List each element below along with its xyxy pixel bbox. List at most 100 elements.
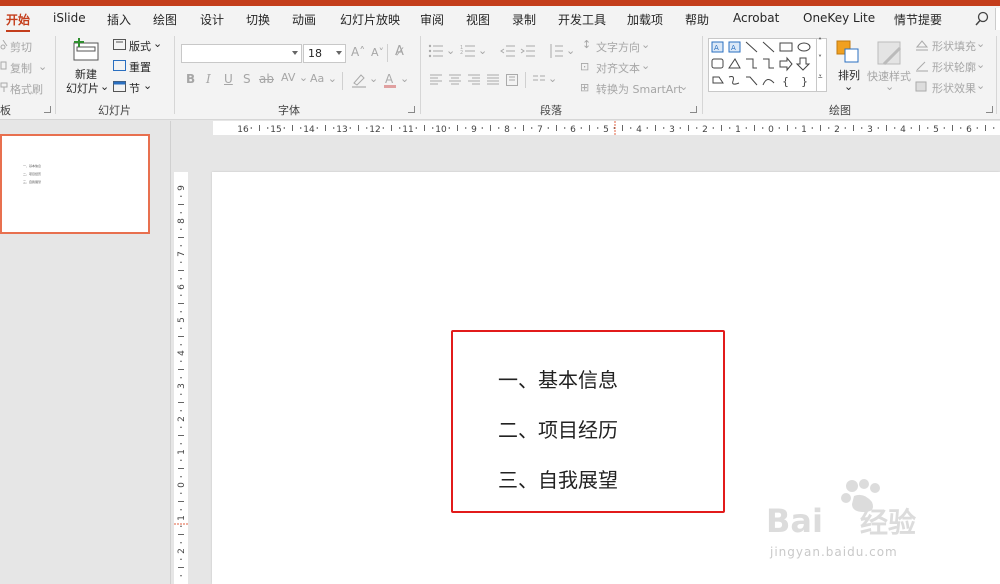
ruler-label: 0 — [177, 482, 187, 488]
clipboard-dialog-launcher[interactable] — [44, 106, 51, 113]
layout-button[interactable]: 版式 — [129, 38, 151, 54]
shape-effects-button[interactable]: 形状效果 — [932, 80, 976, 96]
columns-icon[interactable] — [533, 74, 545, 86]
slide-thumbnail-1[interactable]: 一、基本信息 二、项目经历 三、自我展望 — [0, 134, 150, 234]
tab-islide[interactable]: iSlide — [53, 11, 86, 25]
tab-record[interactable]: 录制 — [512, 11, 536, 28]
section-button[interactable]: 节 — [129, 80, 140, 96]
ruler-label: 3 — [669, 125, 675, 135]
distributed-icon[interactable] — [506, 74, 518, 86]
gallery-scroll-buttons[interactable]: ˄ ˅ ⩡ — [816, 37, 827, 92]
tab-acrobat[interactable]: Acrobat — [733, 11, 779, 25]
chevron-down-icon[interactable]: ⌄ — [976, 37, 985, 50]
tab-review[interactable]: 审阅 — [420, 11, 444, 28]
chevron-down-icon[interactable]: ⌄ — [641, 38, 650, 51]
outline-item-self-outlook[interactable]: 三、自我展望 — [498, 464, 618, 493]
align-left-icon[interactable] — [430, 74, 442, 86]
numbering-icon[interactable]: 12 — [460, 44, 476, 58]
italic-icon[interactable]: I — [206, 72, 211, 86]
format-painter-button[interactable]: 格式刷 — [10, 81, 43, 97]
font-color-icon[interactable]: A — [383, 72, 397, 88]
increase-indent-icon[interactable] — [520, 44, 536, 58]
chevron-down-icon[interactable]: ⌄ — [478, 44, 487, 57]
clear-formatting-icon[interactable]: A̷ — [395, 44, 404, 59]
reset-button[interactable]: 重置 — [129, 59, 151, 75]
shape-gallery[interactable]: A A { } — [708, 38, 818, 92]
outline-item-project-experience[interactable]: 二、项目经历 — [498, 414, 618, 443]
tab-draw[interactable]: 绘图 — [153, 11, 177, 28]
shadow-icon[interactable]: S — [243, 72, 251, 86]
tab-transitions[interactable]: 切换 — [246, 11, 270, 28]
bold-icon[interactable]: B — [186, 72, 195, 86]
chevron-down-icon[interactable]: ˅ — [818, 54, 822, 63]
tab-addins[interactable]: 加载项 — [627, 11, 663, 28]
bullets-icon[interactable] — [428, 44, 444, 58]
tab-onekey-lite[interactable]: OneKey Lite — [803, 11, 875, 25]
chevron-up-icon[interactable]: ˄ — [818, 37, 822, 46]
shapes-icon[interactable]: A A { } — [709, 39, 817, 91]
chevron-down-icon[interactable]: ⌄ — [566, 44, 575, 57]
layout-dropdown-arrow[interactable]: ⌄ — [153, 37, 162, 50]
chevron-down-icon[interactable]: ⌄ — [641, 59, 650, 72]
chevron-down-icon[interactable]: ⌄ — [679, 80, 688, 93]
gallery-more-icon[interactable]: ⩡ — [818, 72, 823, 82]
align-text-icon[interactable]: ⊡ — [580, 60, 589, 73]
tab-animations[interactable]: 动画 — [292, 11, 316, 28]
underline-icon[interactable]: U — [224, 72, 233, 86]
strikethrough-icon[interactable]: ab — [259, 72, 274, 86]
smartart-icon[interactable]: ⊞ — [580, 81, 589, 94]
paragraph-dialog-launcher[interactable] — [690, 106, 697, 113]
ribbon-options[interactable] — [995, 8, 1000, 30]
decrease-font-icon[interactable]: A˅ — [371, 46, 384, 59]
search-icon[interactable] — [974, 11, 990, 27]
decrease-indent-icon[interactable] — [500, 44, 516, 58]
character-spacing-icon[interactable]: AV ⌄ — [281, 71, 308, 84]
change-case-icon[interactable]: Aa ⌄ — [310, 72, 337, 85]
tab-developer[interactable]: 开发工具 — [558, 11, 606, 28]
font-dialog-launcher[interactable] — [408, 106, 415, 113]
ruler-label: 15 — [270, 125, 281, 135]
align-center-icon[interactable] — [449, 74, 461, 86]
chevron-down-icon[interactable]: ⌄ — [446, 44, 455, 57]
convert-smartart-button[interactable]: 转换为 SmartArt — [596, 81, 682, 97]
outline-textbox[interactable]: 一、基本信息 二、项目经历 三、自我展望 — [451, 330, 725, 513]
chevron-down-icon[interactable]: ⌄ — [548, 72, 557, 85]
tab-home[interactable]: 开始 — [6, 11, 30, 28]
tab-design[interactable]: 设计 — [200, 11, 224, 28]
chevron-down-icon[interactable]: ⌄ — [885, 80, 894, 93]
tab-storyboard[interactable]: 情节提要 — [894, 11, 942, 28]
text-direction-icon[interactable]: ↕ — [582, 38, 591, 51]
new-slide-label-2[interactable]: 幻灯片 — [66, 80, 99, 96]
copy-dropdown-arrow[interactable]: ⌄ — [38, 60, 47, 73]
chevron-down-icon[interactable]: ⌄ — [400, 72, 409, 85]
highlight-color-icon[interactable] — [351, 72, 367, 88]
shape-outline-button[interactable]: 形状轮廓 — [932, 59, 976, 75]
ruler-label: 1 — [735, 125, 741, 135]
tab-slideshow[interactable]: 幻灯片放映 — [340, 11, 400, 28]
justify-icon[interactable] — [487, 74, 499, 86]
text-direction-button[interactable]: 文字方向 — [596, 39, 640, 55]
cut-button[interactable]: 剪切 — [10, 39, 32, 55]
line-spacing-icon[interactable] — [548, 43, 564, 59]
section-dropdown-arrow[interactable]: ⌄ — [143, 79, 152, 92]
chevron-down-icon[interactable]: ⌄ — [976, 79, 985, 92]
drawing-dialog-launcher[interactable] — [986, 106, 993, 113]
font-size-combobox[interactable]: 18 — [303, 44, 346, 63]
shape-fill-button[interactable]: 形状填充 — [932, 38, 976, 54]
chevron-down-icon[interactable]: ⌄ — [976, 58, 985, 71]
align-text-button[interactable]: 对齐文本 — [596, 60, 640, 76]
new-slide-dropdown-arrow[interactable]: ⌄ — [100, 80, 109, 93]
tab-view[interactable]: 视图 — [466, 11, 490, 28]
chevron-down-icon[interactable] — [292, 51, 298, 55]
chevron-down-icon[interactable]: ⌄ — [369, 72, 378, 85]
font-name-combobox[interactable] — [181, 44, 302, 63]
tab-help[interactable]: 帮助 — [685, 11, 709, 28]
pane-splitter[interactable] — [170, 121, 171, 584]
chevron-down-icon[interactable]: ⌄ — [844, 80, 853, 93]
increase-font-icon[interactable]: A˄ — [351, 45, 365, 59]
chevron-down-icon[interactable] — [336, 51, 342, 55]
align-right-icon[interactable] — [468, 74, 480, 86]
outline-item-basic-info[interactable]: 一、基本信息 — [498, 364, 618, 393]
tab-insert[interactable]: 插入 — [107, 11, 131, 28]
copy-button[interactable]: 复制 — [10, 60, 32, 76]
